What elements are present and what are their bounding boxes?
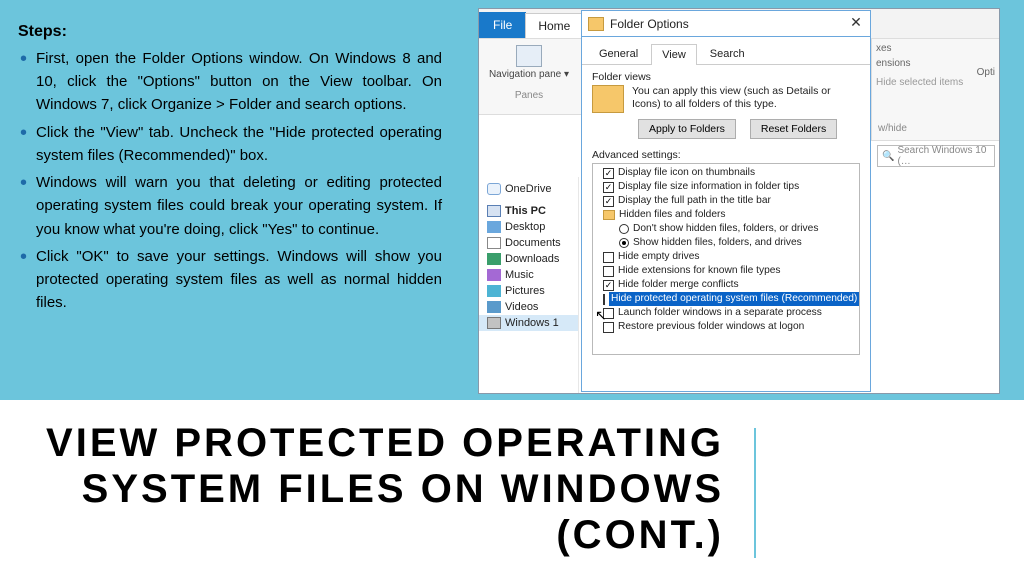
showhide-fragment: w/hide — [878, 123, 907, 134]
step-item: Click "OK" to save your settings. Window… — [36, 245, 448, 315]
panes-group: Navigation pane ▾ Panes — [479, 39, 579, 114]
setting-label: Display file size information in folder … — [618, 180, 799, 194]
setting-label: Show hidden files, folders, and drives — [633, 236, 802, 250]
setting-label: Hidden files and folders — [619, 208, 725, 222]
title-accent-bar — [754, 428, 756, 558]
tree-documents[interactable]: Documents — [479, 235, 578, 251]
screenshot: File Home Navigation pane ▾ Panes xes en… — [478, 8, 1000, 394]
tree-music[interactable]: Music — [479, 267, 578, 283]
title-line1: VIEW PROTECTED OPERATING — [46, 420, 724, 466]
documents-icon — [487, 237, 501, 249]
steps-block: Steps: First, open the Folder Options wi… — [18, 20, 448, 319]
checkbox[interactable]: ✓ — [603, 168, 614, 179]
tab-general[interactable]: General — [588, 43, 649, 64]
file-tab[interactable]: File — [479, 12, 526, 38]
setting-label-highlighted[interactable]: Hide protected operating system files (R… — [609, 292, 859, 306]
tree-cdrive[interactable]: Windows 1 — [479, 315, 578, 331]
tab-search[interactable]: Search — [699, 43, 756, 64]
ribbon-fragment: xes — [876, 43, 995, 54]
navigation-pane-label[interactable]: Navigation pane ▾ — [479, 69, 579, 80]
tree-onedrive[interactable]: OneDrive — [479, 181, 578, 197]
close-icon[interactable]: ✕ — [848, 15, 864, 31]
search-input[interactable]: 🔍 Search Windows 10 (… — [877, 145, 995, 167]
slide: Steps: First, open the Folder Options wi… — [0, 0, 1024, 576]
slide-title: VIEW PROTECTED OPERATING SYSTEM FILES ON… — [0, 420, 1024, 558]
desktop-icon — [487, 221, 501, 233]
advanced-settings-label: Advanced settings: — [582, 143, 870, 161]
steps-list: First, open the Folder Options window. O… — [18, 47, 448, 315]
folder-views-section: Folder views You can apply this view (su… — [582, 65, 870, 143]
advanced-settings-list[interactable]: ✓ Display file icon on thumbnails ✓ Displa… — [592, 163, 860, 355]
folder-views-text: You can apply this view (such as Details… — [632, 85, 860, 111]
checkbox[interactable] — [603, 252, 614, 263]
tree-downloads[interactable]: Downloads — [479, 251, 578, 267]
navigation-pane-icon[interactable] — [516, 45, 542, 67]
setting-label: Hide folder merge conflicts — [618, 278, 739, 292]
disk-icon — [487, 317, 501, 329]
tree-thispc[interactable]: This PC — [479, 203, 578, 219]
setting-label: Display the full path in the title bar — [618, 194, 771, 208]
music-icon — [487, 269, 501, 281]
radio[interactable] — [619, 238, 629, 248]
dialog-title-text: Folder Options — [610, 17, 689, 31]
search-placeholder: Search Windows 10 (… — [897, 145, 990, 167]
folder-views-heading: Folder views — [592, 71, 860, 83]
folder-icon — [588, 17, 604, 31]
step-item: Windows will warn you that deleting or e… — [36, 171, 448, 241]
pc-icon — [487, 205, 501, 217]
reset-folders-button[interactable]: Reset Folders — [750, 119, 837, 139]
tree-videos[interactable]: Videos — [479, 299, 578, 315]
title-line3: (CONT.) — [46, 512, 724, 558]
step-item: First, open the Folder Options window. O… — [36, 47, 448, 117]
hide-selected-label: Hide selected items — [876, 77, 995, 88]
slide-top-panel: Steps: First, open the Folder Options wi… — [0, 0, 1024, 400]
home-tab[interactable]: Home — [525, 13, 583, 38]
checkbox[interactable]: ✓ — [603, 280, 614, 291]
dialog-titlebar: Folder Options ✕ — [582, 11, 870, 37]
checkbox[interactable] — [603, 322, 614, 333]
setting-label: Restore previous folder windows at logon — [618, 320, 804, 334]
tab-view[interactable]: View — [651, 44, 697, 65]
setting-label: Hide extensions for known file types — [618, 264, 781, 278]
apply-to-folders-button[interactable]: Apply to Folders — [638, 119, 736, 139]
checkbox[interactable]: ✓ — [603, 182, 614, 193]
setting-label: Launch folder windows in a separate proc… — [618, 306, 822, 320]
setting-label: Don't show hidden files, folders, or dri… — [633, 222, 818, 236]
explorer-nav-tree: OneDrive This PC Desktop Documents Downl… — [479, 177, 579, 393]
panes-group-label: Panes — [479, 90, 579, 101]
folder-icon — [603, 210, 615, 220]
downloads-icon — [487, 253, 501, 265]
cursor-icon: ↖ — [595, 308, 607, 322]
checkbox[interactable]: ✓ — [603, 196, 614, 207]
search-icon: 🔍 — [882, 151, 894, 162]
ribbon-right-sliver: xes ensions Hide selected items Opti w/h… — [871, 39, 999, 141]
folder-options-dialog: Folder Options ✕ General View Search Fol… — [581, 10, 871, 392]
checkbox[interactable] — [603, 266, 614, 277]
videos-icon — [487, 301, 501, 313]
setting-label: Hide empty drives — [618, 250, 700, 264]
checkbox[interactable] — [603, 294, 605, 305]
tree-desktop[interactable]: Desktop — [479, 219, 578, 235]
step-item: Click the "View" tab. Uncheck the "Hide … — [36, 121, 448, 168]
radio[interactable] — [619, 224, 629, 234]
folder-views-icon — [592, 85, 624, 113]
cloud-icon — [487, 183, 501, 195]
setting-label: Display file icon on thumbnails — [618, 166, 755, 180]
options-fragment[interactable]: Opti — [977, 67, 995, 78]
pictures-icon — [487, 285, 501, 297]
dialog-tabs: General View Search — [582, 37, 870, 65]
title-line2: SYSTEM FILES ON WINDOWS — [46, 466, 724, 512]
steps-heading: Steps: — [18, 20, 448, 45]
tree-pictures[interactable]: Pictures — [479, 283, 578, 299]
